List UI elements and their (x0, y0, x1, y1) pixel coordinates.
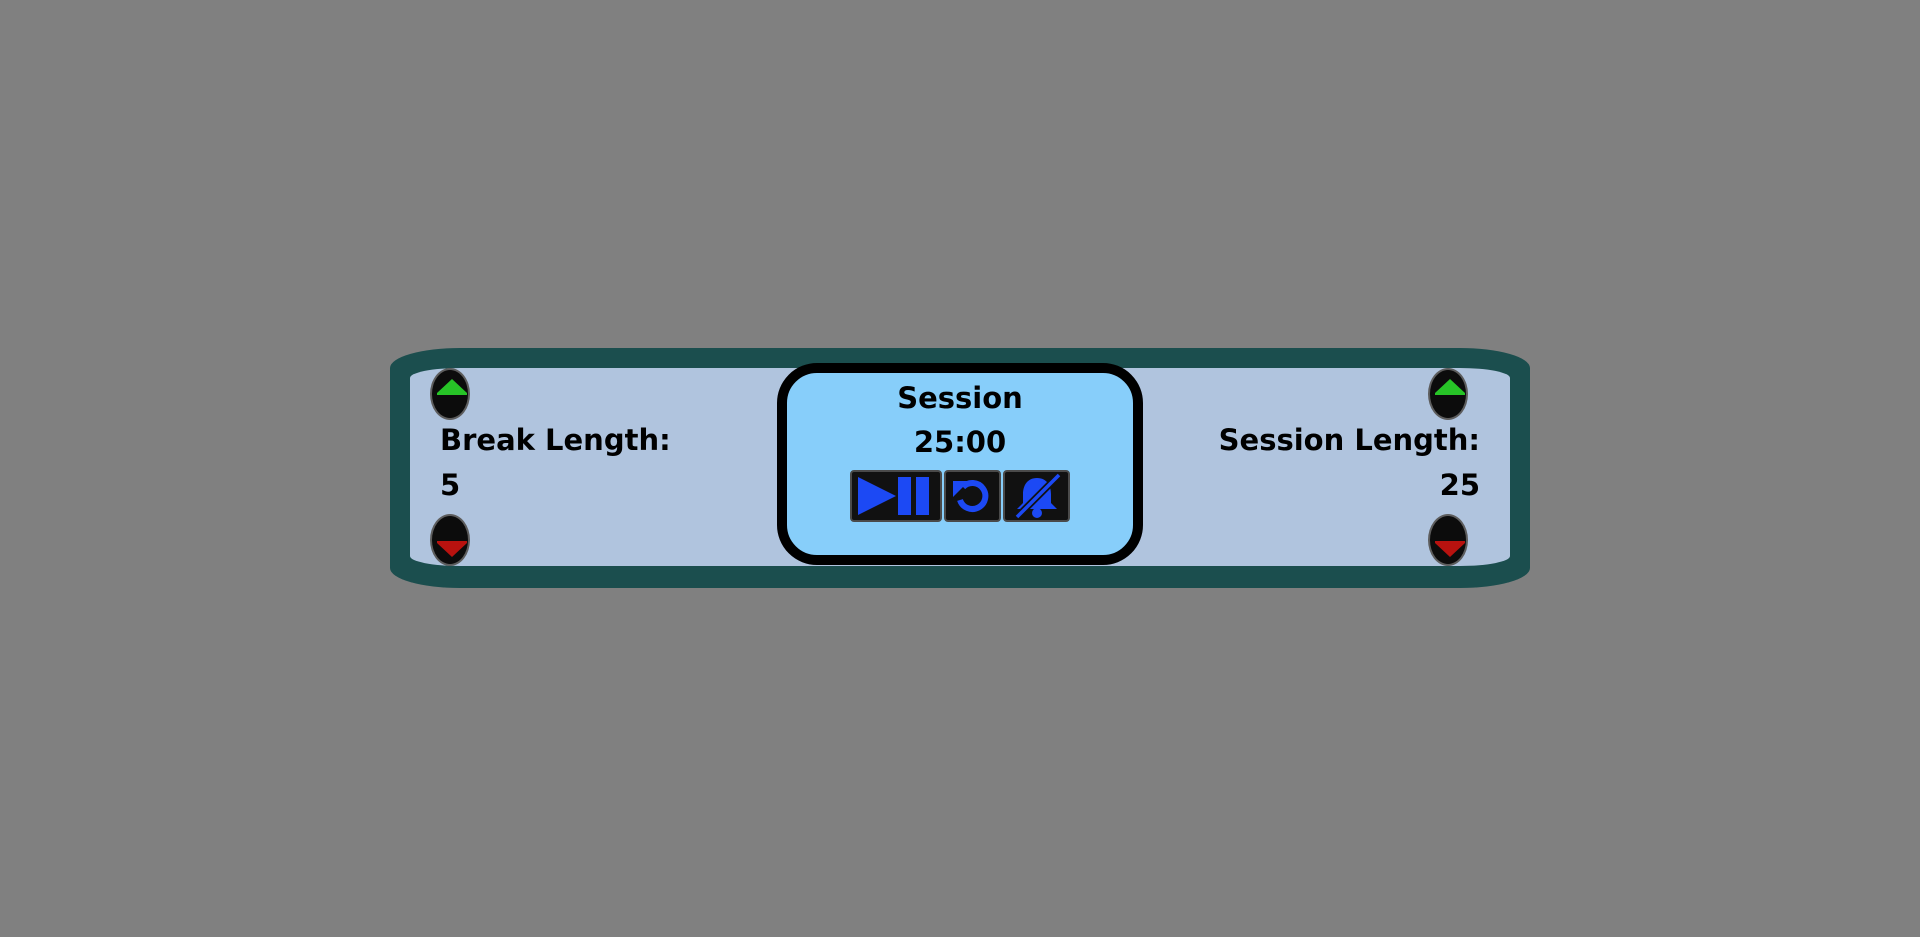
reset-button[interactable] (944, 470, 1001, 522)
play-pause-icon (858, 477, 929, 515)
clock-frame: Break Length: 5 Session 25:00 Session Le… (390, 348, 1530, 588)
break-label: Break Length: (440, 423, 671, 457)
timer-label: Session (897, 381, 1023, 415)
session-length-value: 25 (1439, 468, 1480, 502)
session-decrement-button[interactable] (1428, 514, 1468, 566)
break-decrement-button[interactable] (430, 514, 470, 566)
session-label: Session Length: (1218, 423, 1480, 457)
timer-controls (850, 470, 1070, 522)
sound-toggle-button[interactable] (1003, 470, 1070, 522)
session-increment-button[interactable] (1428, 368, 1468, 420)
app-root: Break Length: 5 Session 25:00 Session Le… (0, 0, 1920, 937)
time-left: 25:00 (913, 425, 1007, 459)
start-stop-button[interactable] (850, 470, 942, 522)
clock-panel: Break Length: 5 Session 25:00 Session Le… (410, 363, 1510, 566)
bell-slash-icon (1014, 473, 1061, 519)
break-length-value: 5 (440, 468, 461, 502)
timer-display: Session 25:00 (777, 363, 1143, 565)
reset-icon (952, 480, 988, 512)
break-increment-button[interactable] (430, 368, 470, 420)
